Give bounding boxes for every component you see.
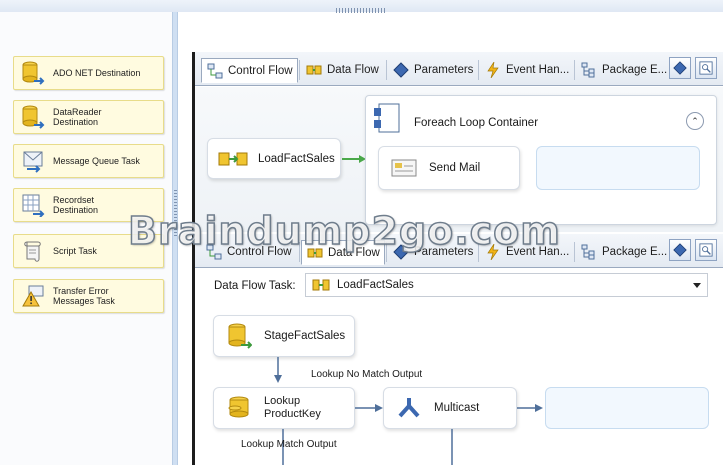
component-lookup-productkey[interactable]: Lookup ProductKey [213, 387, 355, 429]
data-flow-icon [305, 62, 322, 78]
zoom-icon [699, 61, 713, 75]
tab-label: Package E... [602, 64, 668, 76]
toolbox-item-label: Transfer Error Messages Task [53, 286, 115, 306]
component-multicast[interactable]: Multicast [383, 387, 517, 429]
diamond-icon [673, 61, 687, 75]
package-explorer-icon [580, 62, 597, 78]
data-flow-task-icon [218, 147, 248, 171]
toolbar-zoom-button[interactable] [695, 57, 717, 79]
control-flow-icon [206, 63, 223, 79]
component-label: Lookup ProductKey [264, 395, 321, 420]
lookup-no-match-output-label: Lookup No Match Output [311, 369, 423, 380]
foreach-loop-container[interactable]: Foreach Loop Container ⌃ Send Mail [365, 95, 717, 225]
toolbox-item-label: Message Queue Task [53, 156, 140, 166]
task-label: LoadFactSales [258, 152, 335, 165]
component-stagefactsales[interactable]: StageFactSales [213, 315, 355, 357]
script-task-icon [20, 238, 46, 264]
message-queue-task-icon [20, 148, 46, 174]
tab-separator [574, 60, 575, 80]
placeholder-task-box[interactable] [536, 146, 700, 190]
tab-label: Package E... [602, 246, 668, 258]
tab-parameters[interactable]: Parameters [388, 58, 477, 82]
datareader-destination-icon [20, 104, 46, 130]
package-explorer-icon [580, 244, 597, 260]
top-resize-grip[interactable] [336, 8, 386, 13]
top-title-bar [0, 0, 723, 13]
toolbar-parameters-button[interactable] [669, 239, 691, 261]
ole-db-source-icon [224, 323, 254, 349]
tab-package-explorer[interactable]: Package E... [576, 58, 671, 82]
diamond-icon [673, 243, 687, 257]
tab-separator [299, 60, 300, 80]
data-flow-task-bar: Data Flow Task: LoadFactSales [195, 269, 723, 303]
tab-event-handlers[interactable]: Event Han... [480, 58, 573, 82]
data-path-line [451, 429, 453, 465]
tab-label: Data Flow [327, 64, 379, 76]
toolbox-item-message-queue-task[interactable]: Message Queue Task [13, 144, 164, 178]
data-path-arrow[interactable] [517, 402, 545, 414]
lookup-icon [224, 396, 254, 420]
send-mail-icon [389, 156, 419, 180]
component-label: Multicast [434, 402, 480, 414]
data-flow-task-select[interactable]: LoadFactSales [305, 273, 708, 297]
data-flow-task-label: Data Flow Task: [214, 280, 296, 292]
transfer-error-messages-icon [20, 283, 46, 309]
data-flow-canvas[interactable]: Data Flow Task: LoadFactSales StageFactS… [195, 269, 723, 465]
tab-control-flow[interactable]: Control Flow [201, 58, 298, 83]
toolbox-item-label: Recordset Destination [53, 195, 99, 215]
tab-label: Control Flow [228, 64, 293, 77]
task-label: Send Mail [429, 162, 481, 174]
toolbox-item-label: Script Task [53, 246, 97, 256]
task-loadfactsales[interactable]: LoadFactSales [207, 138, 341, 179]
data-path-arrow[interactable] [355, 402, 385, 414]
designer-tabstrip: Control Flow Data Flow Parameters Event … [195, 52, 723, 86]
data-flow-designer: Control Flow Data Flow Parameters Event … [192, 234, 723, 465]
tab-label: Parameters [414, 64, 474, 76]
precedence-constraint-arrow[interactable] [341, 153, 367, 165]
toolbar-parameters-button[interactable] [669, 57, 691, 79]
data-path-arrow[interactable] [273, 357, 283, 385]
foreach-loop-icon [372, 102, 402, 137]
control-flow-designer: Control Flow Data Flow Parameters Event … [192, 52, 723, 232]
zoom-icon [699, 243, 713, 257]
container-title: Foreach Loop Container [414, 117, 539, 129]
ado-net-destination-icon [20, 60, 46, 86]
parameters-icon [392, 62, 409, 78]
tab-label: Event Han... [506, 64, 570, 76]
tab-package-explorer[interactable]: Package E... [576, 240, 671, 264]
tab-data-flow[interactable]: Data Flow [301, 58, 383, 82]
watermark-text: Braindump2go.com [127, 208, 561, 254]
recordset-destination-icon [20, 192, 46, 218]
data-flow-task-icon [312, 279, 330, 291]
toolbox-item-ado-net-destination[interactable]: ADO NET Destination [13, 56, 164, 90]
tab-separator [574, 242, 575, 262]
toolbox-item-label: DataReader Destination [53, 107, 102, 127]
data-flow-task-value: LoadFactSales [337, 279, 414, 291]
toolbox-item-transfer-error-messages-task[interactable]: Transfer Error Messages Task [13, 279, 164, 313]
tab-separator [478, 60, 479, 80]
task-send-mail[interactable]: Send Mail [378, 146, 520, 190]
placeholder-component-box[interactable] [545, 387, 709, 429]
collapse-chevron-up-icon[interactable]: ⌃ [686, 112, 704, 130]
toolbar-zoom-button[interactable] [695, 239, 717, 261]
dropdown-arrow-icon[interactable] [693, 283, 701, 288]
toolbox-item-datareader-destination[interactable]: DataReader Destination [13, 100, 164, 134]
tab-separator [386, 60, 387, 80]
component-label: StageFactSales [264, 330, 346, 342]
multicast-icon [394, 396, 424, 420]
toolbox-item-label: ADO NET Destination [53, 68, 141, 78]
lookup-match-output-label: Lookup Match Output [241, 439, 337, 450]
event-handlers-icon [484, 62, 501, 78]
